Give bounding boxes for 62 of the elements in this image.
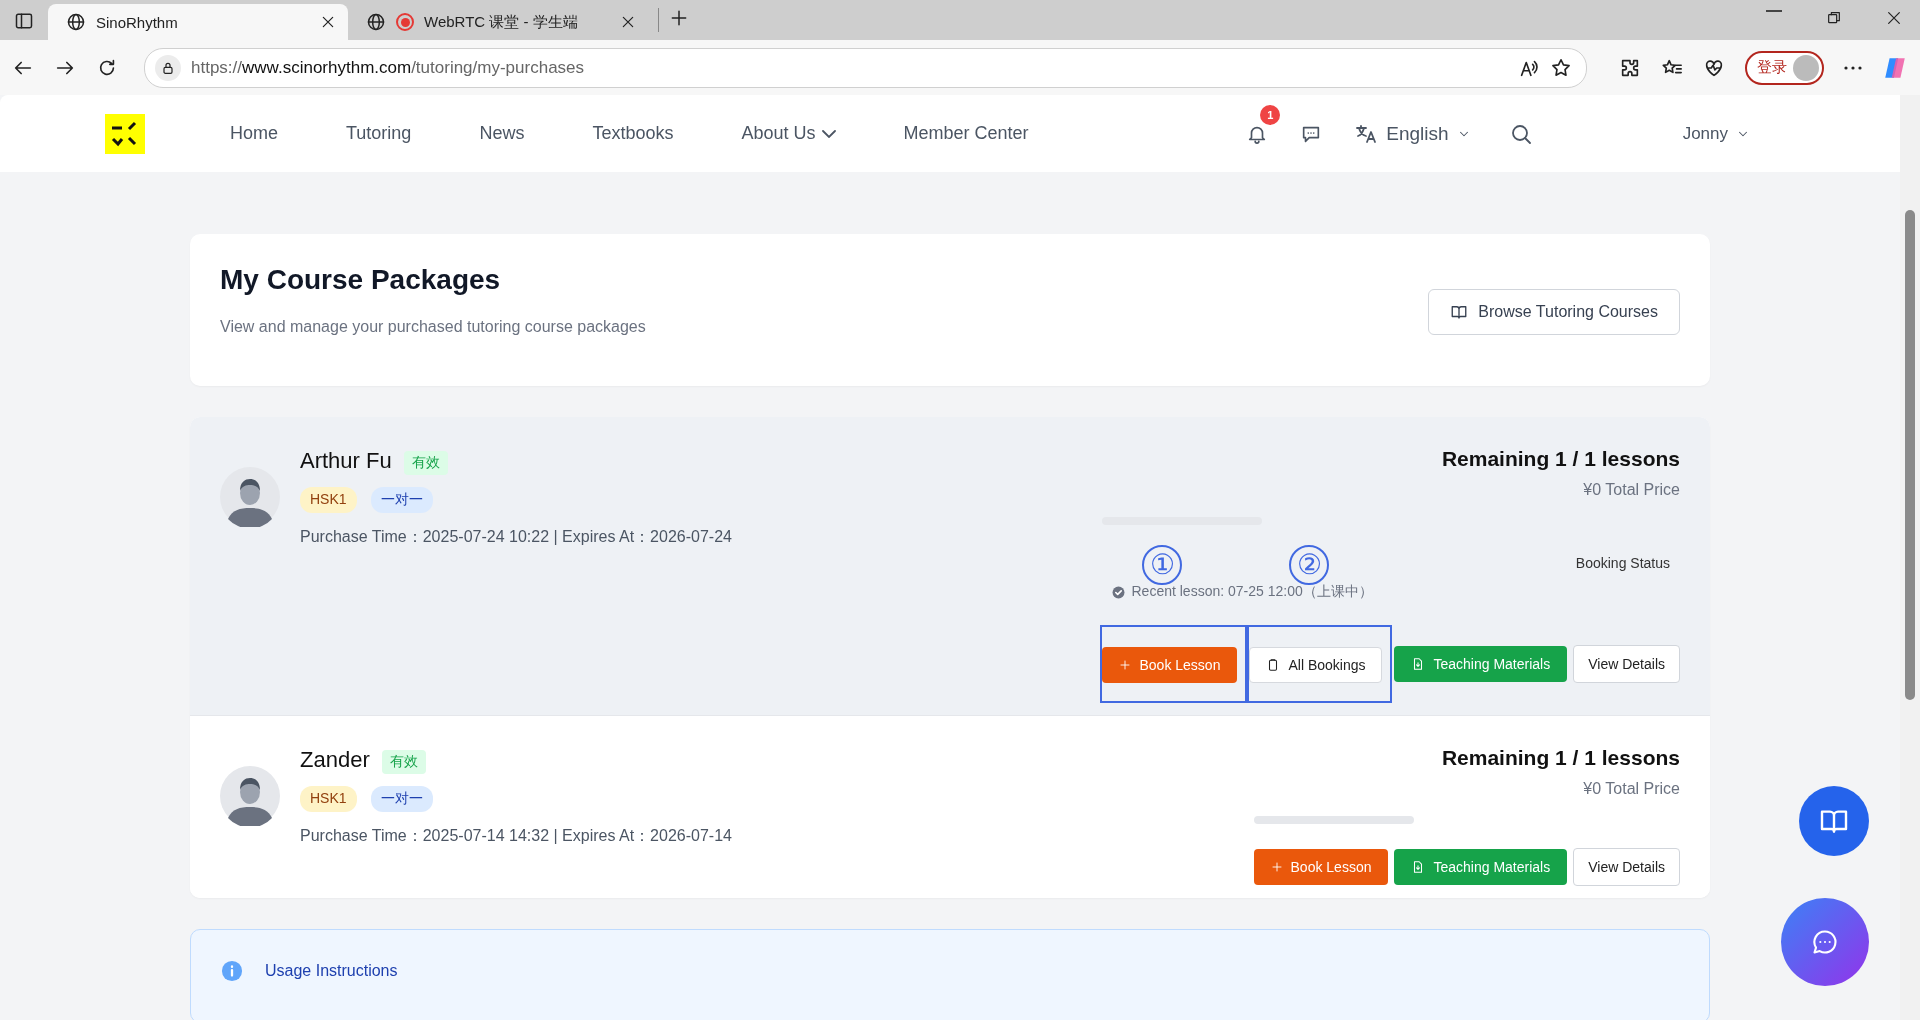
action-button[interactable]: View Details xyxy=(1573,848,1680,886)
remaining-lessons: Remaining 1 / 1 lessons xyxy=(1440,447,1680,471)
nav-link[interactable]: Home xyxy=(230,123,278,144)
book-icon xyxy=(1450,303,1469,321)
teacher-name: Arthur Fu xyxy=(300,448,392,474)
plus-icon xyxy=(1119,659,1132,671)
profile-button[interactable]: 登录 xyxy=(1745,50,1824,85)
browse-courses-button[interactable]: Browse Tutoring Courses xyxy=(1428,289,1680,335)
total-price: ¥0 Total Price xyxy=(1582,780,1680,798)
status-badge: 有效 xyxy=(403,451,448,475)
usage-title: Usage Instructions xyxy=(265,962,398,980)
nav-link[interactable]: About Us xyxy=(741,123,836,144)
nav-link[interactable]: Tutoring xyxy=(346,123,412,144)
page-title: My Course Packages xyxy=(220,264,502,296)
nav-link[interactable]: News xyxy=(479,123,525,144)
purchase-info: Purchase Time：2025-07-24 10:22 | Expires At：2026-07-24 xyxy=(300,527,732,547)
avatar-icon xyxy=(1793,54,1819,81)
minimize-icon xyxy=(1766,10,1782,12)
check-circle-icon xyxy=(1112,585,1126,599)
nav-link[interactable]: Textbooks xyxy=(592,123,674,144)
action-button[interactable]: View Details xyxy=(1573,645,1680,683)
star-icon xyxy=(1550,56,1572,79)
avatar-icon xyxy=(220,467,280,527)
remaining-lessons: Remaining 1 / 1 lessons xyxy=(1440,746,1680,770)
course-tag: 一对一 xyxy=(370,487,433,513)
chat-icon xyxy=(1811,928,1839,956)
action-button[interactable]: Book Lesson xyxy=(1253,849,1389,885)
recent-lesson: Recent lesson: 07-25 12:00（上课中） xyxy=(1131,583,1373,601)
course-tag: 一对一 xyxy=(370,786,433,812)
sidebar-icon xyxy=(14,11,34,31)
action-button[interactable]: All Bookings xyxy=(1249,647,1383,683)
url-text: https://www.scinorhythm.com/tutoring/my-purchases xyxy=(191,57,586,78)
new-tab-icon xyxy=(669,8,689,28)
browser-tab[interactable]: WebRTC 课堂 - 学生端 xyxy=(348,4,648,40)
address-bar[interactable]: https://www.scinorhythm.com/tutoring/my-purchases xyxy=(144,47,1587,88)
plus-icon xyxy=(1270,861,1283,873)
course-tag: HSK1 xyxy=(300,786,357,812)
close-icon xyxy=(320,14,336,30)
close-icon xyxy=(620,14,636,30)
nav-link[interactable]: Member Center xyxy=(903,123,1029,144)
status-badge: 有效 xyxy=(381,750,426,774)
page-subtitle: View and manage your purchased tutoring course packages xyxy=(220,318,646,336)
purchase-info: Purchase Time：2025-07-14 14:32 | Expires At：2026-07-14 xyxy=(300,826,732,846)
total-price: ¥0 Total Price xyxy=(1582,481,1680,499)
annotation-number: ① xyxy=(1142,545,1183,585)
user-menu[interactable]: Jonny xyxy=(1682,123,1750,144)
globe-icon xyxy=(366,12,386,32)
course-tag: HSK1 xyxy=(300,487,357,513)
close-icon xyxy=(1886,10,1902,26)
annotation-number: ② xyxy=(1289,545,1330,585)
booking-status-label: Booking Status xyxy=(1575,555,1670,571)
language-selector[interactable]: English xyxy=(1354,121,1471,146)
avatar-icon xyxy=(220,766,280,826)
restore-icon xyxy=(1826,10,1842,26)
teacher-name: Zander xyxy=(300,747,370,773)
action-button[interactable]: Book Lesson xyxy=(1102,647,1238,683)
scrollbar[interactable] xyxy=(1900,95,1920,1020)
more-icon[interactable] xyxy=(1844,65,1862,70)
globe-icon xyxy=(66,12,86,32)
browser-tab[interactable]: SinoRhythm xyxy=(48,4,348,40)
info-icon xyxy=(221,960,243,982)
notification-badge: 1 xyxy=(1260,104,1281,125)
